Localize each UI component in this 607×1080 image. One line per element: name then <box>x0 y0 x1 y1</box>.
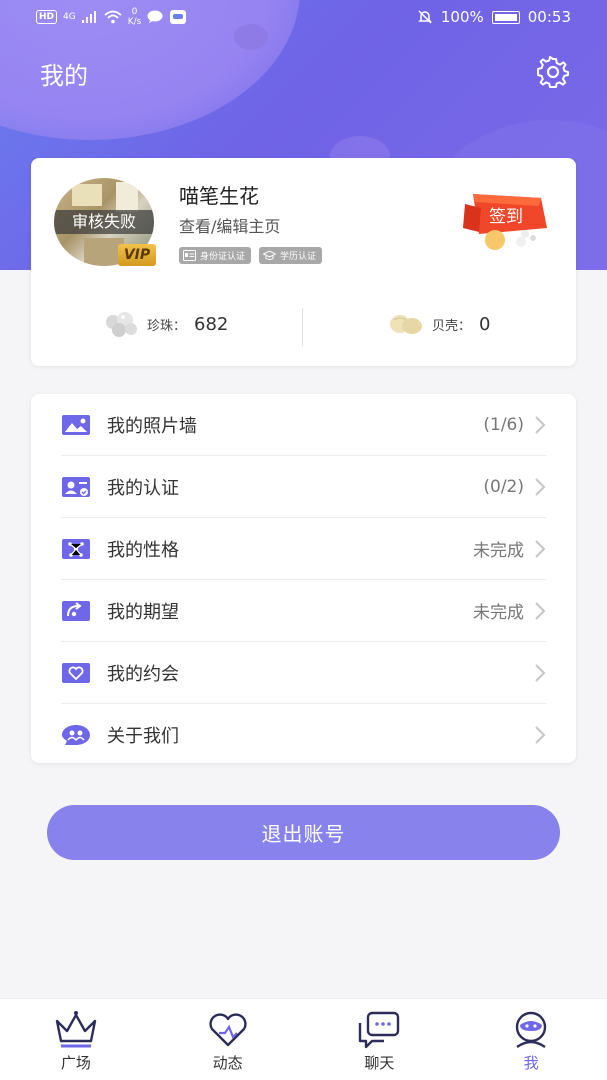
id-card-small-icon <box>183 250 196 261</box>
education-verified-badge: 学历认证 <box>259 247 323 264</box>
education-verified-label: 学历认证 <box>280 252 317 262</box>
vip-badge: VIP <box>118 244 156 266</box>
expectation-icon <box>62 600 90 621</box>
tab-label: 广场 <box>60 1054 91 1072</box>
bottom-tab-bar: 广场 动态 聊天 我 <box>0 998 607 1080</box>
app-notification-icon <box>170 10 187 24</box>
speed-value: 0 <box>131 7 138 17</box>
date-heart-icon <box>62 662 90 683</box>
battery-icon <box>491 10 520 24</box>
pearls-stat[interactable]: 珍珠： 682 <box>103 310 228 338</box>
crown-icon <box>55 1011 97 1048</box>
heart-icon <box>209 1013 247 1047</box>
tab-moments[interactable]: 动态 <box>152 999 304 1080</box>
avatar-photo-detail <box>72 184 102 206</box>
tab-plaza[interactable]: 广场 <box>0 999 152 1080</box>
tab-label: 聊天 <box>364 1054 395 1072</box>
id-card-icon <box>62 476 90 497</box>
about-us-icon <box>62 725 90 745</box>
avatar-review-status: 审核失败 <box>54 210 154 234</box>
wifi-icon <box>104 10 122 24</box>
page-title: 我的 <box>40 62 88 90</box>
menu-item-personality[interactable]: 我的性格 未完成 <box>61 518 546 580</box>
id-verified-label: 身份证认证 <box>200 252 246 262</box>
tab-label: 动态 <box>212 1054 243 1072</box>
menu-item-about-us[interactable]: 关于我们 <box>61 704 546 766</box>
photo-wall-icon <box>62 414 90 435</box>
tab-chat[interactable]: 聊天 <box>304 999 456 1080</box>
mute-bell-icon <box>418 10 432 24</box>
shells-label: 贝壳： <box>432 318 472 334</box>
tab-label: 我 <box>523 1054 539 1072</box>
menu-item-label: 我的认证 <box>107 477 179 499</box>
profile-card: 审核失败 VIP 喵笔生花 查看/编辑主页 身份证认证 学历认证 签到 珍珠： … <box>31 158 576 366</box>
menu-item-dates[interactable]: 我的约会 <box>61 642 546 704</box>
menu-item-certification[interactable]: 我的认证 (0/2) <box>61 456 546 518</box>
shells-icon <box>390 315 422 334</box>
pearls-value: 682 <box>194 313 229 335</box>
clock: 00:53 <box>527 8 571 26</box>
message-bubble-icon <box>147 10 163 23</box>
shells-value: 0 <box>479 313 491 335</box>
menu-item-value: 未完成 <box>473 603 524 623</box>
sign-in-button[interactable]: 签到 <box>459 188 551 252</box>
sign-in-label: 签到 <box>489 207 523 226</box>
chevron-right-icon <box>535 726 546 744</box>
speed-unit: K/s <box>127 17 142 27</box>
verification-badges: 身份证认证 学历认证 <box>179 247 323 264</box>
network-speed: 0 K/s <box>128 7 142 27</box>
edit-profile-link[interactable]: 查看/编辑主页 <box>179 213 280 237</box>
menu-item-expectation[interactable]: 我的期望 未完成 <box>61 580 546 642</box>
chevron-right-icon <box>535 415 546 434</box>
hd-indicator: HD <box>36 10 58 24</box>
menu-item-value: (1/6) <box>483 414 524 435</box>
stats-divider <box>302 308 303 346</box>
logout-button[interactable]: 退出账号 <box>47 805 560 860</box>
pearls-icon <box>106 312 137 337</box>
chat-icon <box>359 1011 400 1049</box>
menu-card: 我的照片墙 (1/6) 我的认证 (0/2) 我的性格 未完成 我的期望 未完成… <box>31 394 576 763</box>
nickname: 喵笔生花 <box>179 184 259 208</box>
settings-gear-icon[interactable] <box>537 56 569 88</box>
signal-icon <box>81 11 96 23</box>
menu-item-label: 我的照片墙 <box>107 415 197 437</box>
chevron-right-icon <box>535 663 546 682</box>
tab-me[interactable]: 我 <box>455 999 607 1080</box>
profile-icon <box>515 1011 547 1048</box>
network-type: 4G <box>63 12 76 22</box>
pearls-label: 珍珠： <box>147 318 187 334</box>
menu-item-value: (0/2) <box>483 476 524 497</box>
menu-item-value: 未完成 <box>473 541 524 561</box>
avatar-photo-detail <box>116 182 138 212</box>
graduation-cap-icon <box>263 250 277 260</box>
chevron-right-icon <box>535 539 546 558</box>
shells-stat[interactable]: 贝壳： 0 <box>388 310 490 338</box>
chevron-right-icon <box>535 477 546 496</box>
menu-item-label: 我的性格 <box>107 539 179 561</box>
menu-item-photo-wall[interactable]: 我的照片墙 (1/6) <box>61 394 546 456</box>
menu-item-label: 我的约会 <box>107 663 179 685</box>
battery-percent: 100% <box>440 8 484 26</box>
status-bar: HD 4G 0 K/s 100% 00:53 <box>0 0 607 34</box>
id-verified-badge: 身份证认证 <box>179 247 252 264</box>
menu-item-label: 关于我们 <box>107 726 179 747</box>
personality-icon <box>62 538 90 559</box>
menu-item-label: 我的期望 <box>107 601 179 623</box>
chevron-right-icon <box>535 601 546 620</box>
